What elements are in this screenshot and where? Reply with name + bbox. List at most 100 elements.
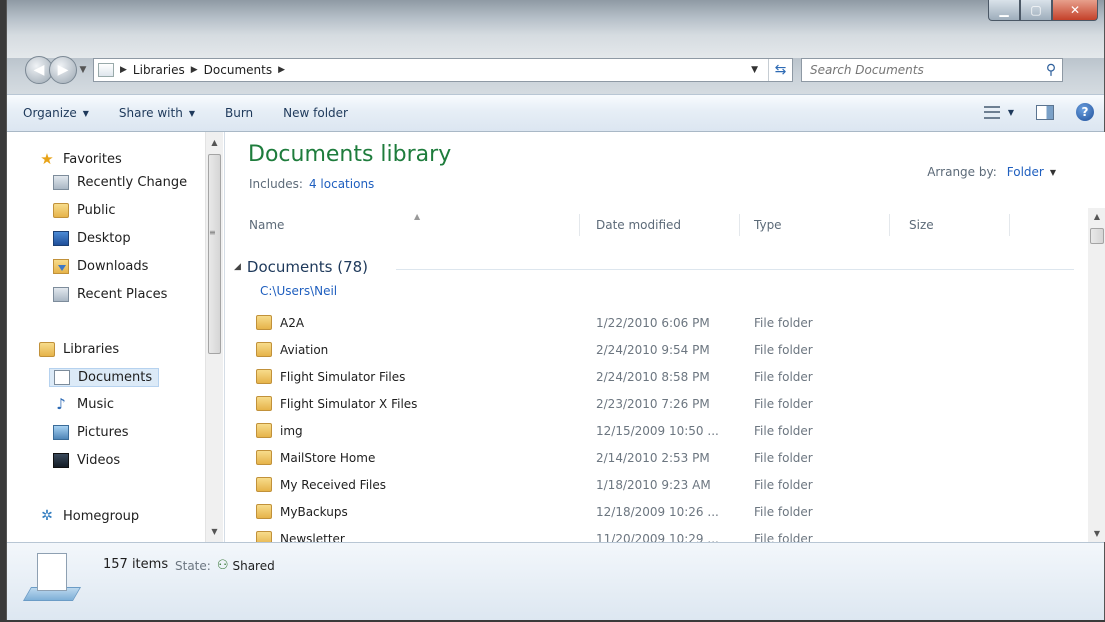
file-list-scrollbar[interactable]: ▲ ▼ <box>1088 208 1105 542</box>
sidebar-item-recently-changed[interactable]: Recently Change <box>53 175 187 190</box>
documents-icon <box>54 370 70 385</box>
homegroup-icon: ✲ <box>41 508 53 524</box>
forward-button[interactable]: ▶ <box>49 56 77 84</box>
share-with-button[interactable]: Share with ▼ <box>119 106 195 120</box>
refresh-icon[interactable]: ⇆ <box>768 59 792 81</box>
sidebar-item-recent-places[interactable]: Recent Places <box>53 287 167 302</box>
file-name-cell: img <box>256 423 303 438</box>
scroll-up-icon[interactable]: ▲ <box>1088 208 1105 225</box>
close-button[interactable]: ✕ <box>1052 0 1098 21</box>
sidebar-item-label: Videos <box>77 453 121 468</box>
group-divider <box>396 269 1074 270</box>
navigation-scrollbar[interactable]: ▲ ≡ ▼ <box>205 132 223 542</box>
sidebar-item-downloads[interactable]: Downloads <box>53 259 148 274</box>
column-header-date[interactable]: Date modified <box>596 218 681 232</box>
search-input[interactable] <box>810 63 1040 77</box>
table-row[interactable]: Aviation 2/24/2010 9:54 PM File folder <box>256 337 1056 364</box>
table-row[interactable]: MailStore Home 2/14/2010 2:53 PM File fo… <box>256 445 1056 472</box>
table-row[interactable]: A2A 1/22/2010 6:06 PM File folder <box>256 310 1056 337</box>
recent-pages-dropdown[interactable]: ▼ <box>77 65 89 75</box>
share-state: State: ⚇ Shared <box>175 558 275 573</box>
chevron-down-icon: ▼ <box>82 108 89 118</box>
search-box[interactable]: ⚲ <box>801 58 1063 82</box>
table-row[interactable]: img 12/15/2009 10:50 ... File folder <box>256 418 1056 445</box>
file-type: File folder <box>754 451 813 465</box>
forward-arrow-icon: ▶ <box>57 62 69 78</box>
sidebar-item-libraries[interactable]: Libraries <box>39 342 119 357</box>
file-type: File folder <box>754 532 813 542</box>
arrange-by-label: Arrange by: <box>927 165 997 179</box>
scroll-up-icon[interactable]: ▲ <box>206 134 223 151</box>
details-pane: 157 items State: ⚇ Shared <box>7 542 1104 620</box>
change-view-button[interactable]: ▼ <box>983 105 1014 119</box>
address-bar[interactable]: ▶ Libraries ▶ Documents ▶ ▼ ⇆ <box>93 58 793 82</box>
breadcrumb-separator-icon[interactable]: ▶ <box>278 65 285 75</box>
file-type: File folder <box>754 343 813 357</box>
folder-icon <box>53 203 69 218</box>
new-folder-button[interactable]: New folder <box>283 106 348 120</box>
address-history-dropdown[interactable]: ▼ <box>747 65 762 75</box>
scrollbar-thumb[interactable] <box>208 154 221 354</box>
breadcrumb-libraries[interactable]: Libraries <box>133 63 185 77</box>
sidebar-item-label: Favorites <box>63 152 122 167</box>
column-divider[interactable] <box>579 214 580 236</box>
column-header-type[interactable]: Type <box>754 218 782 232</box>
sidebar-item-public[interactable]: Public <box>53 203 115 218</box>
file-date: 2/24/2010 9:54 PM <box>596 343 710 357</box>
file-name: Newsletter <box>280 531 345 543</box>
table-row[interactable]: My Received Files 1/18/2010 9:23 AM File… <box>256 472 1056 499</box>
organize-button[interactable]: Organize ▼ <box>23 106 89 120</box>
column-divider[interactable] <box>739 214 740 236</box>
sidebar-item-label: Homegroup <box>63 509 140 524</box>
file-date: 2/24/2010 8:58 PM <box>596 370 710 384</box>
sidebar-item-documents[interactable]: Documents <box>49 368 160 387</box>
preview-pane-icon[interactable] <box>1036 104 1054 120</box>
sidebar-item-label: Public <box>77 203 116 218</box>
burn-button[interactable]: Burn <box>225 106 253 120</box>
scrollbar-thumb[interactable] <box>1090 228 1104 244</box>
breadcrumb-separator-icon[interactable]: ▶ <box>120 65 127 75</box>
includes-locations-link[interactable]: 4 locations <box>309 177 374 191</box>
sidebar-item-desktop[interactable]: Desktop <box>53 231 131 246</box>
sidebar-item-label: Downloads <box>77 259 149 274</box>
sidebar-item-label: Recently Change <box>77 175 188 190</box>
folder-icon <box>256 531 272 542</box>
scroll-down-icon[interactable]: ▼ <box>206 523 223 540</box>
help-icon[interactable]: ? <box>1076 103 1094 121</box>
collapse-triangle-icon[interactable]: ◢ <box>234 262 241 272</box>
table-row[interactable]: MyBackups 12/18/2009 10:26 ... File fold… <box>256 499 1056 526</box>
maximize-button[interactable]: ▢ <box>1020 0 1052 21</box>
sidebar-item-music[interactable]: ♪ Music <box>53 397 114 413</box>
sidebar-item-videos[interactable]: Videos <box>53 453 120 468</box>
pictures-icon <box>53 425 69 440</box>
new-folder-label: New folder <box>283 106 348 120</box>
column-headers: Name ▲ Date modified Type Size <box>249 212 1049 238</box>
file-date: 11/20/2009 10:29 ... <box>596 532 719 542</box>
sidebar-item-label: Pictures <box>77 425 129 440</box>
desktop-icon <box>53 231 69 246</box>
breadcrumb-separator-icon[interactable]: ▶ <box>191 65 198 75</box>
sort-ascending-icon: ▲ <box>414 212 421 221</box>
sidebar-item-homegroup[interactable]: ✲ Homegroup <box>39 508 140 525</box>
sidebar-item-pictures[interactable]: Pictures <box>53 425 128 440</box>
file-type: File folder <box>754 505 813 519</box>
minimize-button[interactable]: ▁ <box>988 0 1020 21</box>
scroll-down-icon[interactable]: ▼ <box>1088 525 1105 542</box>
file-date: 1/18/2010 9:23 AM <box>596 478 711 492</box>
table-row[interactable]: Newsletter 11/20/2009 10:29 ... File fol… <box>256 526 1056 542</box>
sidebar-item-favorites[interactable]: ★ Favorites <box>39 152 122 168</box>
breadcrumb-documents[interactable]: Documents <box>204 63 272 77</box>
group-header[interactable]: ◢ Documents (78) <box>234 258 368 276</box>
search-icon[interactable]: ⚲ <box>1040 62 1062 78</box>
column-divider[interactable] <box>1009 214 1010 236</box>
file-name: A2A <box>280 315 305 330</box>
arrange-by: Arrange by: Folder ▼ <box>927 165 1056 179</box>
table-row[interactable]: Flight Simulator Files 2/24/2010 8:58 PM… <box>256 364 1056 391</box>
column-header-name[interactable]: Name <box>249 218 284 232</box>
table-row[interactable]: Flight Simulator X Files 2/23/2010 7:26 … <box>256 391 1056 418</box>
state-value-group: ⚇ Shared <box>217 558 275 573</box>
scroll-grip-icon: ≡ <box>209 228 216 237</box>
arrange-by-dropdown[interactable]: Folder ▼ <box>1007 165 1056 179</box>
column-divider[interactable] <box>889 214 890 236</box>
column-header-size[interactable]: Size <box>909 218 934 232</box>
